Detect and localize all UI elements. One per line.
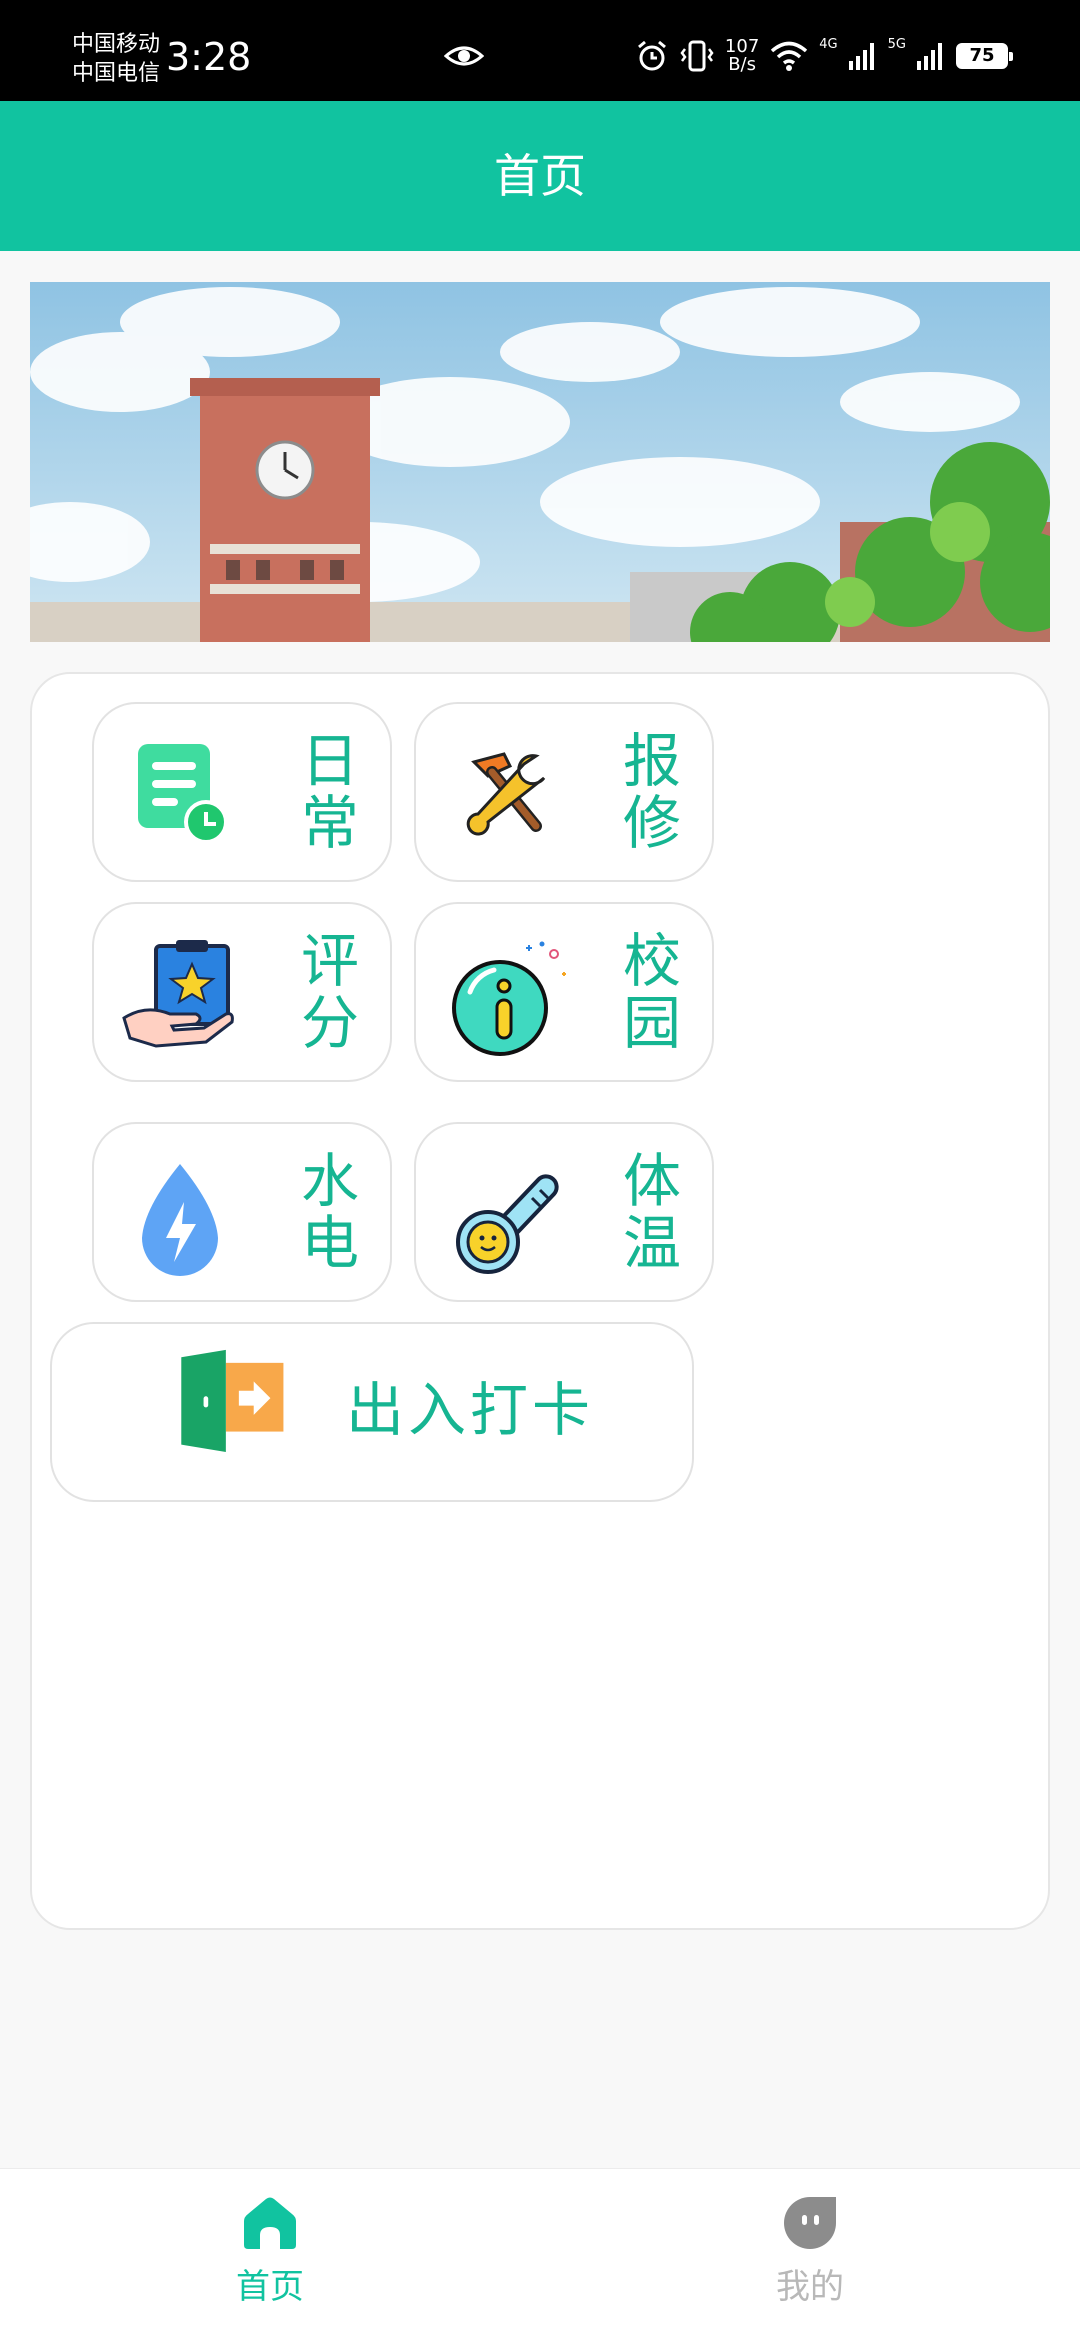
vibrate-icon bbox=[680, 40, 714, 72]
tile-label-rating: 评 分 bbox=[300, 930, 360, 1054]
rating-card-icon bbox=[122, 940, 234, 1048]
tile-label-bottom: 常 bbox=[300, 789, 359, 857]
menu-tile-campus[interactable]: 校 园 bbox=[414, 902, 714, 1082]
menu-tile-temperature[interactable]: 体 温 bbox=[414, 1122, 714, 1302]
profile-icon bbox=[784, 2197, 836, 2249]
signal-2-label: 5G bbox=[887, 37, 906, 52]
carrier-names: 中国移动 中国电信 bbox=[72, 30, 160, 88]
door-exit-icon bbox=[181, 1349, 284, 1452]
menu-card: 日 常 报 修 评 分 校 园 水 电 体 温 出入打卡 bbox=[30, 672, 1050, 1930]
signal-1-label: 4G bbox=[819, 37, 838, 52]
tile-label-bottom: 电 bbox=[300, 1209, 359, 1277]
banner-image bbox=[30, 282, 1050, 642]
bottom-tab-bar: 首页 我的 bbox=[0, 2168, 1080, 2341]
wifi-icon bbox=[771, 41, 808, 71]
eye-icon bbox=[444, 46, 484, 66]
tile-label-bottom: 园 bbox=[622, 989, 681, 1057]
net-speed-unit: B/s bbox=[728, 54, 756, 75]
carrier-2: 中国电信 bbox=[72, 61, 161, 86]
campus-banner-graphic bbox=[30, 282, 1050, 642]
menu-tile-utilities[interactable]: 水 电 bbox=[92, 1122, 392, 1302]
status-time: 3:28 bbox=[166, 35, 252, 79]
tile-label-utilities: 水 电 bbox=[300, 1150, 360, 1274]
menu-tile-repair[interactable]: 报 修 bbox=[414, 702, 714, 882]
tile-label-temperature: 体 温 bbox=[622, 1150, 682, 1274]
alarm-icon bbox=[637, 40, 666, 71]
signal-2-icon bbox=[917, 43, 942, 70]
tile-label-campus: 校 园 bbox=[622, 930, 682, 1054]
tile-label-top: 体 bbox=[622, 1147, 681, 1215]
checkin-button[interactable]: 出入打卡 bbox=[50, 1322, 694, 1502]
page-title: 首页 bbox=[494, 149, 586, 203]
home-icon bbox=[244, 2197, 296, 2249]
signal-1-icon bbox=[848, 43, 874, 70]
tile-label-top: 校 bbox=[622, 927, 681, 995]
info-icon bbox=[452, 941, 566, 1056]
tab-home[interactable]: 首页 bbox=[120, 2169, 420, 2341]
tile-label-top: 报 bbox=[622, 727, 681, 795]
tile-label-bottom: 分 bbox=[300, 989, 359, 1057]
tile-label-top: 水 bbox=[300, 1147, 359, 1215]
app-header: 首页 bbox=[0, 101, 1080, 251]
tab-profile-label: 我的 bbox=[776, 2267, 844, 2307]
menu-tile-daily[interactable]: 日 常 bbox=[92, 702, 392, 882]
thermometer-icon bbox=[456, 1174, 559, 1274]
status-bar: 中国移动 中国电信 3:28 107 B/s 4G 5G 75 bbox=[0, 0, 1080, 101]
status-icons: 107 B/s 4G 5G 75 bbox=[635, 34, 1013, 78]
net-speed: 107 B/s bbox=[725, 38, 759, 74]
tab-home-label: 首页 bbox=[236, 2267, 304, 2307]
tile-label-bottom: 修 bbox=[622, 789, 681, 857]
tile-label-bottom: 温 bbox=[622, 1209, 681, 1277]
tile-label-repair: 报 修 bbox=[622, 730, 682, 854]
tab-profile[interactable]: 我的 bbox=[660, 2169, 960, 2341]
water-power-icon bbox=[142, 1164, 218, 1276]
checkin-label: 出入打卡 bbox=[346, 1376, 595, 1444]
tools-icon bbox=[466, 752, 546, 836]
document-clock-icon bbox=[138, 744, 228, 844]
tile-label-top: 评 bbox=[300, 927, 359, 995]
tile-label-top: 日 bbox=[300, 727, 359, 795]
carrier-1: 中国移动 bbox=[72, 32, 161, 57]
battery-icon: 75 bbox=[956, 43, 1013, 69]
menu-tile-rating[interactable]: 评 分 bbox=[92, 902, 392, 1082]
tile-label-daily: 日 常 bbox=[300, 730, 360, 854]
